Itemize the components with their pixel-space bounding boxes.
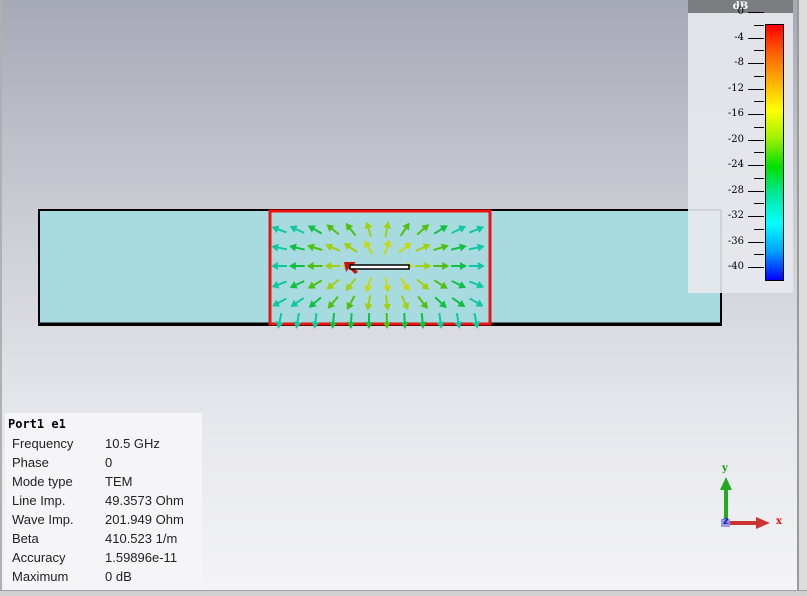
legend-tick-label: -32: [714, 210, 744, 221]
info-key: Wave Imp.: [12, 512, 105, 527]
legend-tick-label: -36: [714, 236, 744, 247]
legend-tick: [754, 203, 764, 204]
legend-tick: [754, 76, 764, 77]
legend-tick: [748, 267, 764, 268]
info-key: Line Imp.: [12, 493, 105, 508]
info-row: Mode typeTEM: [12, 474, 132, 489]
legend-tick: [754, 127, 764, 128]
legend-tick: [754, 254, 764, 255]
legend-tick: [748, 140, 764, 141]
colorbar: [765, 24, 784, 281]
info-value: 10.5 GHz: [105, 436, 160, 451]
info-row: Accuracy1.59896e-11: [12, 550, 177, 565]
legend-tick-label: 0: [714, 6, 744, 17]
info-value: 201.949 Ohm: [105, 512, 184, 527]
info-key: Frequency: [12, 436, 105, 451]
legend-tick: [748, 242, 764, 243]
legend-tick: [748, 216, 764, 217]
legend-tick-label: -16: [714, 108, 744, 119]
axis-label-z: z: [723, 516, 729, 527]
color-legend: dB 0-4-8-12-16-20-24-28-32-36-40: [688, 0, 793, 293]
info-value: 0 dB: [105, 569, 132, 584]
legend-tick: [748, 63, 764, 64]
info-row: Beta410.523 1/m: [12, 531, 177, 546]
x-axis-arrowhead: [756, 517, 770, 529]
legend-tick: [748, 38, 764, 39]
info-value: 1.59896e-11: [105, 550, 177, 565]
legend-tick-label: -4: [714, 32, 744, 43]
legend-tick-label: -20: [714, 134, 744, 145]
info-row: Frequency10.5 GHz: [12, 436, 160, 451]
legend-tick: [754, 50, 764, 51]
port-info-title: Port1 e1: [8, 417, 66, 431]
bottom-border: [0, 590, 807, 596]
signal-strip: [350, 265, 409, 269]
info-value: 0: [105, 455, 112, 470]
info-row: Maximum0 dB: [12, 569, 132, 584]
info-row: Wave Imp.201.949 Ohm: [12, 512, 184, 527]
info-key: Mode type: [12, 474, 105, 489]
axis-label-x: x: [776, 516, 782, 527]
info-key: Phase: [12, 455, 105, 470]
legend-tick: [754, 101, 764, 102]
info-key: Accuracy: [12, 550, 105, 565]
info-key: Beta: [12, 531, 105, 546]
info-row: Phase0: [12, 455, 112, 470]
scrollbar[interactable]: [797, 0, 807, 595]
legend-tick: [754, 152, 764, 153]
info-row: Line Imp.49.3573 Ohm: [12, 493, 184, 508]
legend-tick: [754, 25, 764, 26]
axis-label-y: y: [722, 463, 728, 474]
legend-tick: [748, 165, 764, 166]
legend-tick: [748, 114, 764, 115]
legend-tick-label: -12: [714, 83, 744, 94]
y-axis-arrowhead: [720, 477, 732, 490]
info-value: 410.523 1/m: [105, 531, 177, 546]
info-value: TEM: [105, 474, 132, 489]
legend-tick: [748, 12, 764, 13]
info-key: Maximum: [12, 569, 105, 584]
legend-tick: [754, 178, 764, 179]
info-value: 49.3573 Ohm: [105, 493, 184, 508]
legend-tick: [754, 229, 764, 230]
legend-tick-label: -28: [714, 185, 744, 196]
legend-tick-label: -40: [714, 261, 744, 272]
legend-tick: [748, 191, 764, 192]
port-info-panel: Port1 e1 Frequency10.5 GHzPhase0Mode typ…: [5, 413, 202, 590]
legend-tick: [748, 89, 764, 90]
legend-tick-label: -8: [714, 57, 744, 68]
legend-tick-label: -24: [714, 159, 744, 170]
